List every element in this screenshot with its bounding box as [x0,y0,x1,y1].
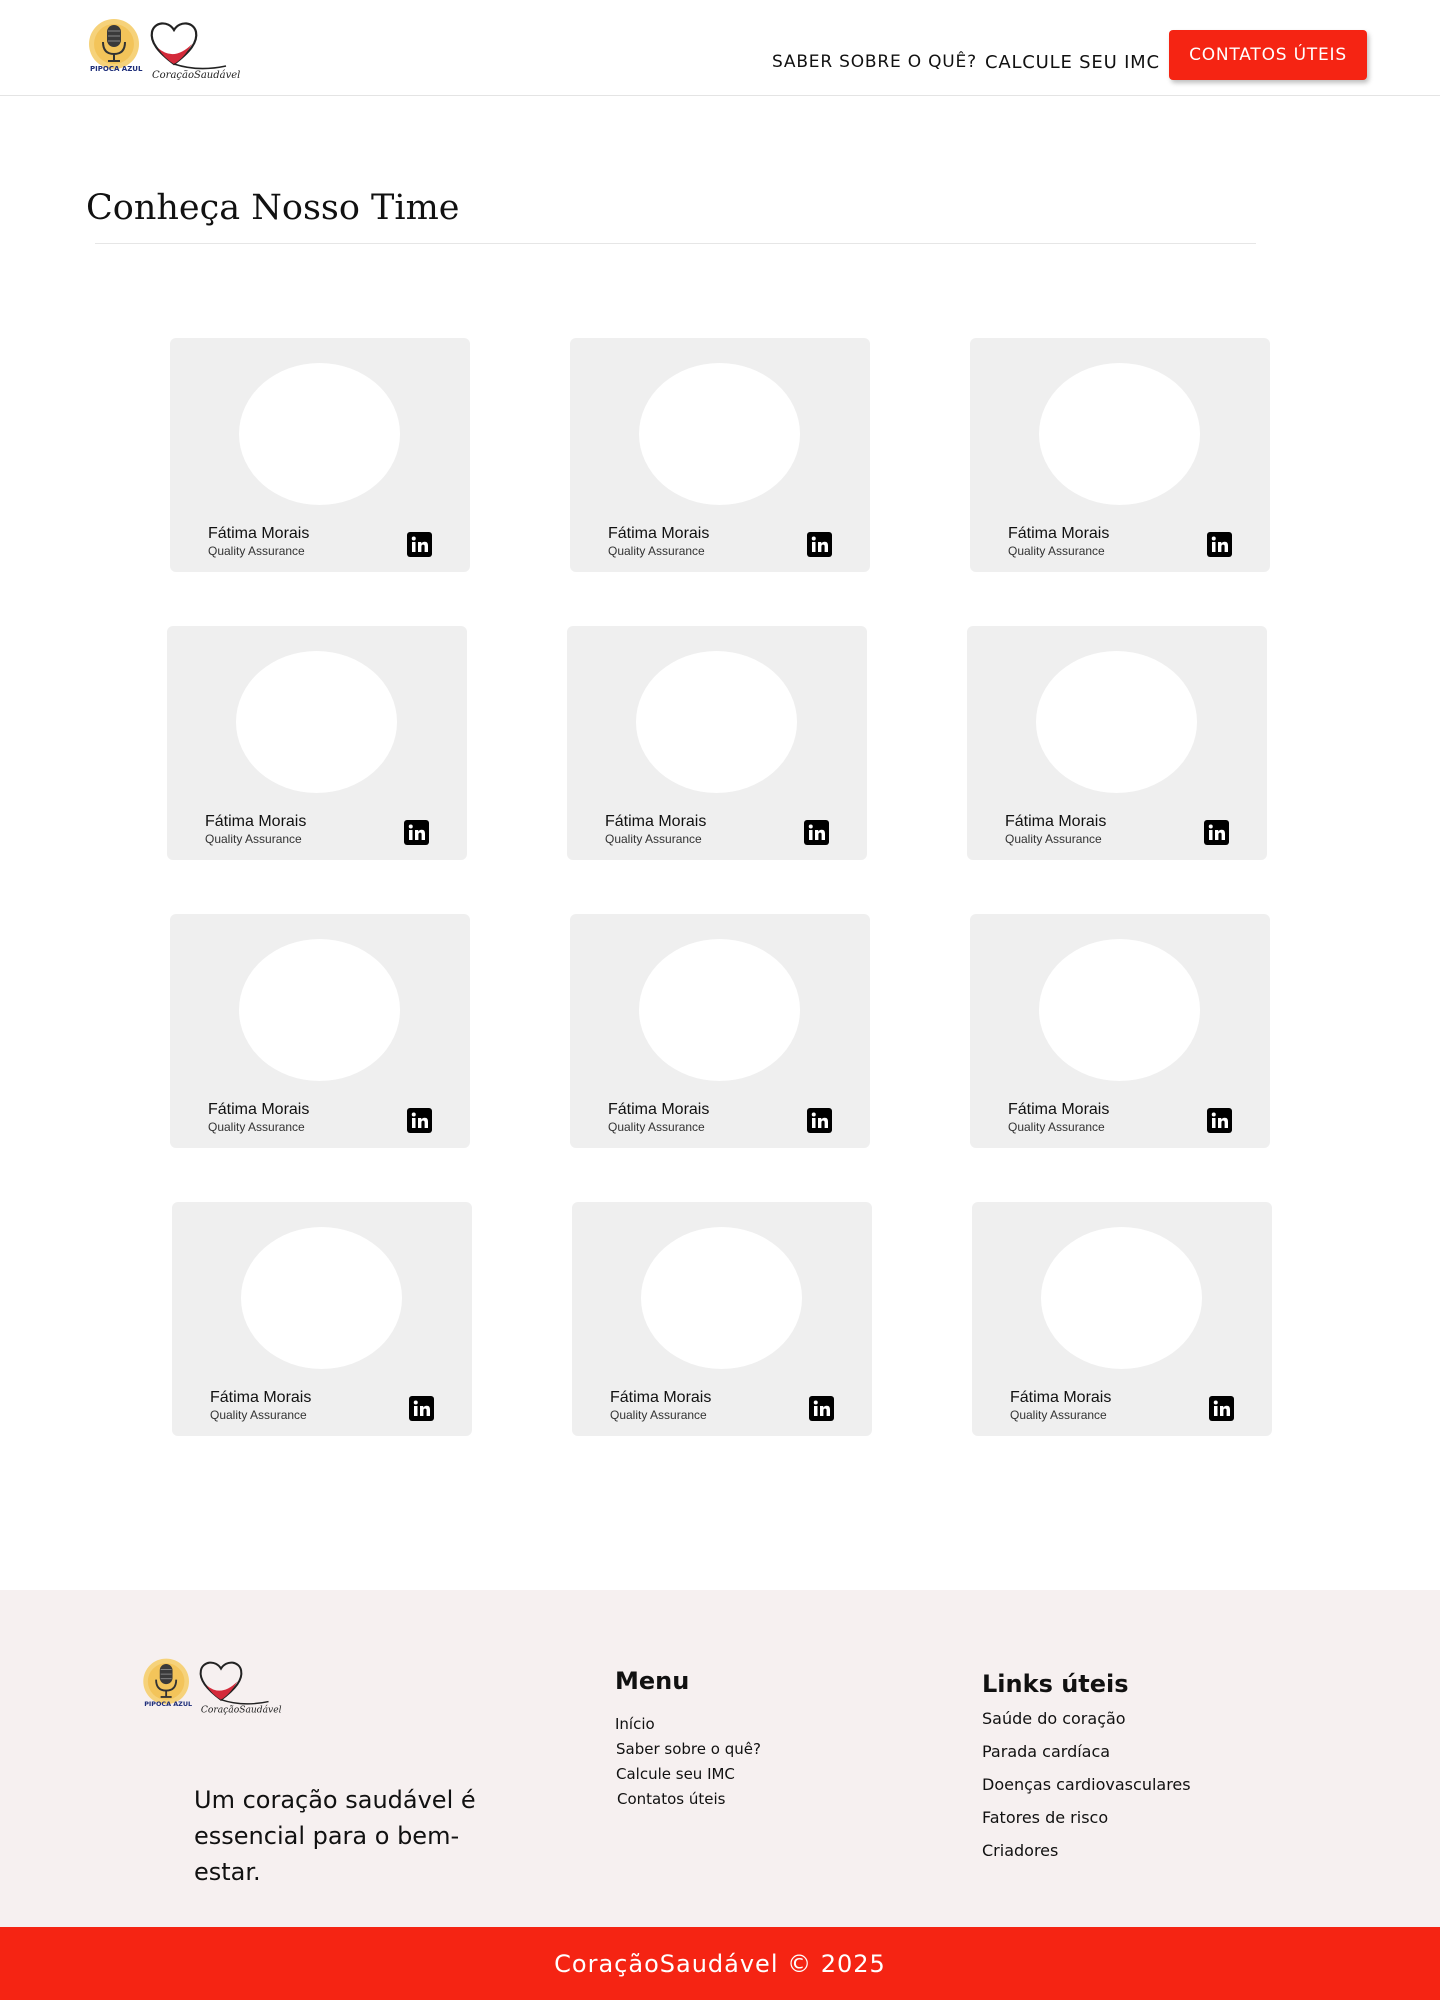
heart-logo-icon [150,22,227,70]
member-role: Quality Assurance [208,544,305,558]
footer-menu-saber[interactable]: Saber sobre o quê? [616,1740,761,1758]
footer-menu-imc[interactable]: Calcule seu IMC [616,1765,735,1783]
member-role: Quality Assurance [1008,1120,1105,1134]
footer-logo[interactable]: PIPOCA AZUL CoraçãoSaudável [137,1654,305,1718]
member-role: Quality Assurance [610,1408,707,1422]
footer-link-doencas[interactable]: Doenças cardiovasculares [982,1775,1191,1794]
linkedin-icon[interactable] [1207,532,1232,557]
member-role: Quality Assurance [1005,832,1102,846]
member-name: Fátima Morais [1005,813,1107,830]
linkedin-icon[interactable] [804,820,829,845]
avatar [636,651,797,793]
footer-menu-inicio[interactable]: Início [615,1715,655,1733]
heart-logo-icon [199,1661,269,1705]
footer-link-parada[interactable]: Parada cardíaca [982,1742,1110,1761]
member-role: Quality Assurance [608,544,705,558]
member-role: Quality Assurance [205,832,302,846]
team-card: Fátima Morais Quality Assurance [972,1202,1272,1436]
avatar [639,939,800,1081]
avatar [1041,1227,1202,1369]
avatar [1039,939,1200,1081]
page-title: Conheça Nosso Time [86,188,460,228]
member-name: Fátima Morais [1008,525,1110,542]
copyright-text: CoraçãoSaudável © 2025 [554,1949,886,1978]
member-name: Fátima Morais [1008,1101,1110,1118]
avatar [236,651,397,793]
logo-text: PIPOCA AZUL [90,65,143,73]
linkedin-icon[interactable] [807,1108,832,1133]
site-footer: PIPOCA AZUL CoraçãoSaudável Um coração s… [0,1590,1440,1927]
linkedin-icon[interactable] [407,1108,432,1133]
team-card: Fátima Morais Quality Assurance [970,338,1270,572]
site-logo[interactable]: PIPOCA AZUL CoraçãoSaudável [88,14,260,84]
member-role: Quality Assurance [1008,544,1105,558]
linkedin-icon[interactable] [809,1396,834,1421]
team-card: Fátima Morais Quality Assurance [170,914,470,1148]
nav-saber-sobre[interactable]: SABER SOBRE O QUÊ? [772,52,977,72]
member-name: Fátima Morais [608,1101,710,1118]
member-role: Quality Assurance [1010,1408,1107,1422]
team-card: Fátima Morais Quality Assurance [170,338,470,572]
avatar [241,1227,402,1369]
member-name: Fátima Morais [205,813,307,830]
microphone-logo-icon [143,1658,189,1705]
member-name: Fátima Morais [210,1389,312,1406]
team-card: Fátima Morais Quality Assurance [567,626,867,860]
member-name: Fátima Morais [1010,1389,1112,1406]
linkedin-icon[interactable] [409,1396,434,1421]
avatar [239,363,400,505]
title-divider [95,243,1256,244]
avatar [639,363,800,505]
footer-links-title: Links úteis [982,1670,1129,1698]
linkedin-icon[interactable] [807,532,832,557]
logo-brand-text: CoraçãoSaudável [152,70,240,81]
member-role: Quality Assurance [605,832,702,846]
nav-calcule-imc[interactable]: CALCULE SEU IMC [985,52,1160,73]
team-card: Fátima Morais Quality Assurance [570,338,870,572]
contatos-uteis-button[interactable]: CONTATOS ÚTEIS [1169,30,1367,80]
linkedin-icon[interactable] [1209,1396,1234,1421]
copyright-bar: CoraçãoSaudável © 2025 [0,1927,1440,2000]
footer-tagline: Um coração saudável é essencial para o b… [194,1786,476,1886]
footer-link-criadores[interactable]: Criadores [982,1841,1058,1860]
member-name: Fátima Morais [208,525,310,542]
site-header: PIPOCA AZUL CoraçãoSaudável SABER SOBRE … [0,0,1440,96]
member-name: Fátima Morais [610,1389,712,1406]
avatar [1036,651,1197,793]
avatar [1039,363,1200,505]
footer-menu-title: Menu [615,1667,690,1695]
avatar [641,1227,802,1369]
logo-text: PIPOCA AZUL [144,1700,192,1708]
team-card: Fátima Morais Quality Assurance [970,914,1270,1148]
member-name: Fátima Morais [208,1101,310,1118]
member-role: Quality Assurance [210,1408,307,1422]
team-card: Fátima Morais Quality Assurance [172,1202,472,1436]
member-role: Quality Assurance [208,1120,305,1134]
member-name: Fátima Morais [605,813,707,830]
linkedin-icon[interactable] [1204,820,1229,845]
linkedin-icon[interactable] [404,820,429,845]
footer-link-fatores[interactable]: Fatores de risco [982,1808,1108,1827]
member-role: Quality Assurance [608,1120,705,1134]
linkedin-icon[interactable] [407,532,432,557]
member-name: Fátima Morais [608,525,710,542]
footer-link-saude[interactable]: Saúde do coração [982,1709,1126,1728]
linkedin-icon[interactable] [1207,1108,1232,1133]
team-card: Fátima Morais Quality Assurance [570,914,870,1148]
logo-brand-text: CoraçãoSaudável [201,1705,282,1716]
team-card: Fátima Morais Quality Assurance [572,1202,872,1436]
avatar [239,939,400,1081]
team-card: Fátima Morais Quality Assurance [167,626,467,860]
footer-menu-contatos[interactable]: Contatos úteis [617,1790,725,1808]
team-card: Fátima Morais Quality Assurance [967,626,1267,860]
microphone-logo-icon [89,19,139,69]
